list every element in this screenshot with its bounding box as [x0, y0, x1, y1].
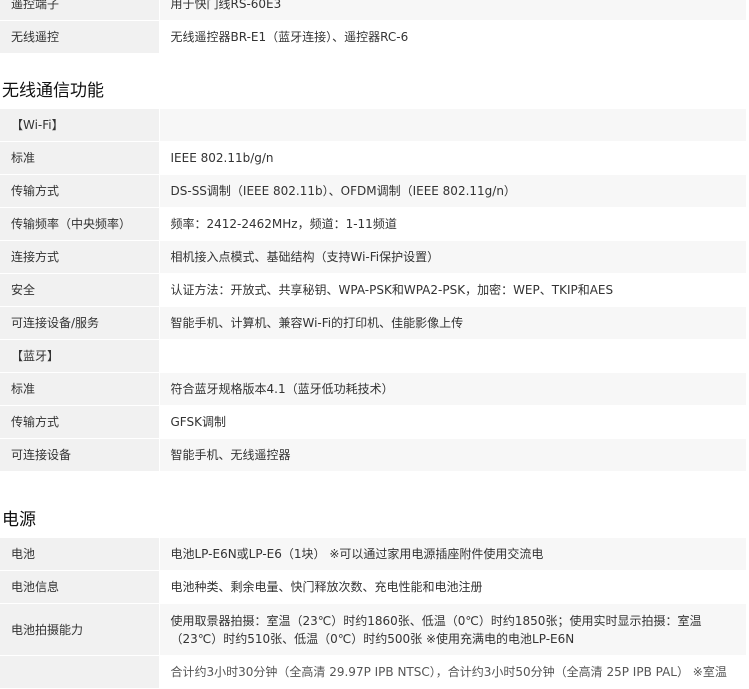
spec-value — [159, 108, 746, 142]
spec-value: 相机接入点模式、基础结构（支持Wi-Fi保护设置） — [159, 240, 746, 274]
table-row: 电池 电池LP-E6N或LP-E6（1块） ※可以通过家用电源插座附件使用交流电 — [0, 537, 746, 571]
spec-value: IEEE 802.11b/g/n — [159, 141, 746, 175]
section-title-power: 电源 — [2, 510, 36, 530]
spec-key: 传输方式 — [0, 174, 160, 208]
spec-value: GFSK调制 — [159, 405, 746, 439]
wireless-spec-table: 【Wi-Fi】 标准 IEEE 802.11b/g/n 传输方式 DS-SS调制… — [0, 108, 746, 472]
spec-value: 符合蓝牙规格版本4.1（蓝牙低功耗技术） — [159, 372, 746, 406]
spec-value — [159, 339, 746, 373]
table-row: 标准 符合蓝牙规格版本4.1（蓝牙低功耗技术） — [0, 372, 746, 406]
spec-value: 合计约3小时30分钟（全高清 29.97P IPB NTSC），合计约3小时50… — [159, 655, 746, 689]
spec-key: 标准 — [0, 372, 160, 406]
spec-key: 电池拍摄能力 — [0, 603, 160, 656]
spec-value: 智能手机、无线遥控器 — [159, 438, 746, 472]
spec-key: 电池 — [0, 537, 160, 571]
spec-key: 遥控端子 — [0, 0, 160, 21]
table-row: 电池拍摄能力 使用取景器拍摄：室温（23℃）时约1860张、低温（0℃）时约18… — [0, 603, 746, 656]
table-row: 电池信息 电池种类、剩余电量、快门释放次数、充电性能和电池注册 — [0, 570, 746, 604]
table-row: 传输频率（中央频率） 频率：2412-2462MHz，频道：1-11频道 — [0, 207, 746, 241]
spec-value: 无线遥控器BR-E1（蓝牙连接）、遥控器RC-6 — [159, 20, 746, 54]
table-row: 无线遥控 无线遥控器BR-E1（蓝牙连接）、遥控器RC-6 — [0, 20, 746, 54]
spec-value: DS-SS调制（IEEE 802.11b）、OFDM调制（IEEE 802.11… — [159, 174, 746, 208]
spec-key: 传输方式 — [0, 405, 160, 439]
table-row: 合计约3小时30分钟（全高清 29.97P IPB NTSC），合计约3小时50… — [0, 655, 746, 689]
spec-key: 可连接设备 — [0, 438, 160, 472]
spec-value: 电池LP-E6N或LP-E6（1块） ※可以通过家用电源插座附件使用交流电 — [159, 537, 746, 571]
spec-key: 传输频率（中央频率） — [0, 207, 160, 241]
power-spec-table: 电池 电池LP-E6N或LP-E6（1块） ※可以通过家用电源插座附件使用交流电… — [0, 537, 746, 689]
table-row: 【蓝牙】 — [0, 339, 746, 373]
spec-value: 认证方法：开放式、共享秘钥、WPA-PSK和WPA2-PSK，加密：WEP、TK… — [159, 273, 746, 307]
spec-group-header: 【Wi-Fi】 — [0, 108, 160, 142]
section-title-wireless: 无线通信功能 — [2, 81, 104, 101]
spec-key: 标准 — [0, 141, 160, 175]
spec-value: 使用取景器拍摄：室温（23℃）时约1860张、低温（0℃）时约1850张；使用实… — [159, 603, 746, 656]
spec-value: 频率：2412-2462MHz，频道：1-11频道 — [159, 207, 746, 241]
spec-value: 智能手机、计算机、兼容Wi-Fi的打印机、佳能影像上传 — [159, 306, 746, 340]
table-row: 【Wi-Fi】 — [0, 108, 746, 142]
table-row: 可连接设备 智能手机、无线遥控器 — [0, 438, 746, 472]
spec-key: 安全 — [0, 273, 160, 307]
table-row: 传输方式 DS-SS调制（IEEE 802.11b）、OFDM调制（IEEE 8… — [0, 174, 746, 208]
table-row: 遥控端子 用于快门线RS-60E3 — [0, 0, 746, 21]
remote-spec-table: 遥控端子 用于快门线RS-60E3 无线遥控 无线遥控器BR-E1（蓝牙连接）、… — [0, 0, 746, 54]
spec-key — [0, 655, 160, 689]
spec-key: 连接方式 — [0, 240, 160, 274]
spec-value: 电池种类、剩余电量、快门释放次数、充电性能和电池注册 — [159, 570, 746, 604]
spec-key: 可连接设备/服务 — [0, 306, 160, 340]
spec-key: 电池信息 — [0, 570, 160, 604]
table-row: 可连接设备/服务 智能手机、计算机、兼容Wi-Fi的打印机、佳能影像上传 — [0, 306, 746, 340]
table-row: 标准 IEEE 802.11b/g/n — [0, 141, 746, 175]
spec-key: 无线遥控 — [0, 20, 160, 54]
spec-group-header: 【蓝牙】 — [0, 339, 160, 373]
table-row: 连接方式 相机接入点模式、基础结构（支持Wi-Fi保护设置） — [0, 240, 746, 274]
table-row: 传输方式 GFSK调制 — [0, 405, 746, 439]
table-row: 安全 认证方法：开放式、共享秘钥、WPA-PSK和WPA2-PSK，加密：WEP… — [0, 273, 746, 307]
spec-value: 用于快门线RS-60E3 — [159, 0, 746, 21]
